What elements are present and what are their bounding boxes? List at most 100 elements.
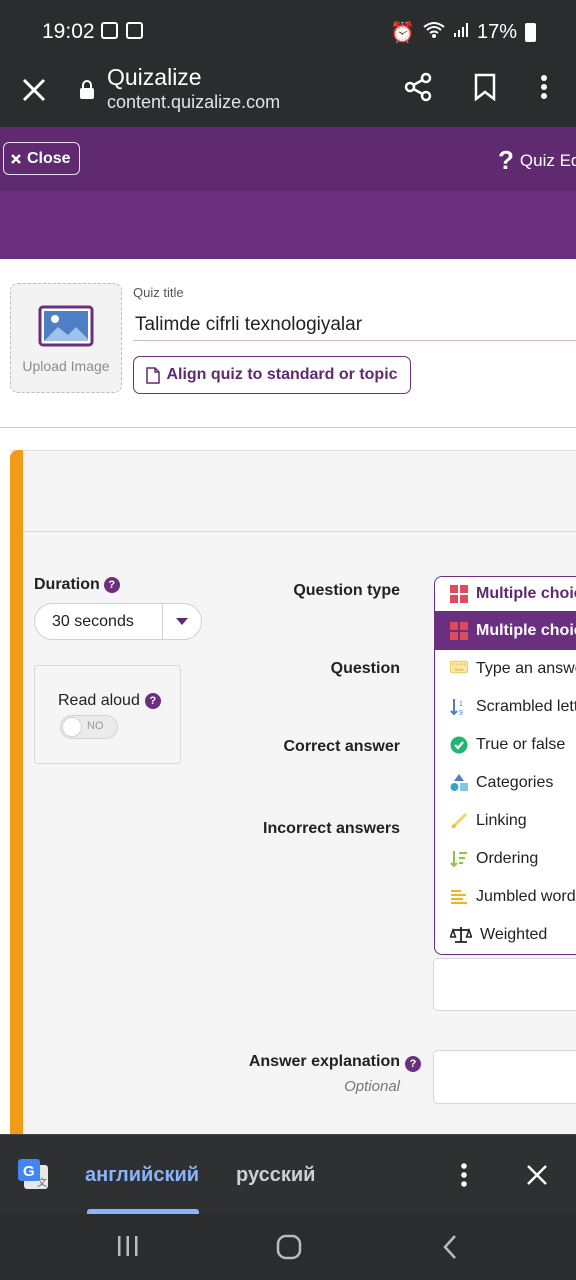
help-icon[interactable]: ? <box>103 577 120 593</box>
quiz-editor-label: Quiz Ed <box>519 150 576 170</box>
question-type-dropdown: Multiple choice Type an answer 19 Scramb… <box>434 612 576 955</box>
site-url[interactable]: content.quizalize.com <box>107 92 280 113</box>
translate-close-icon[interactable] <box>525 1163 549 1192</box>
site-title: Quizalize <box>107 64 202 90</box>
lines-icon <box>450 888 468 906</box>
option-label: Linking <box>476 812 527 829</box>
browser-toolbar: Quizalize content.quizalize.com <box>0 64 576 127</box>
correct-answer-label: Correct answer <box>283 738 401 755</box>
app-header <box>0 127 576 191</box>
app-notification-icon <box>126 22 143 39</box>
question-accent-bar <box>10 450 23 1136</box>
wifi-icon <box>423 21 445 45</box>
status-bar: 19:02 ⏰ 17% <box>0 0 576 64</box>
option-jumbled-words[interactable]: Jumbled words <box>435 878 576 916</box>
option-label: Categories <box>476 774 554 791</box>
incorrect-answers-label: Incorrect answers <box>263 820 400 837</box>
answer-explanation-label: Answer explanation <box>248 1053 400 1070</box>
divider <box>0 427 576 428</box>
duration-label-text: Duration <box>34 576 100 593</box>
question-mark-icon: ? <box>498 145 514 175</box>
question-type-label: Question type <box>293 582 400 599</box>
recent-apps-icon[interactable] <box>116 1234 140 1263</box>
option-weighted[interactable]: Weighted <box>435 916 576 954</box>
ordering-icon <box>450 850 468 868</box>
option-label: Scrambled letters <box>476 698 576 715</box>
more-options-icon[interactable] <box>540 74 548 105</box>
system-nav-bar <box>0 1214 576 1280</box>
status-time: 19:02 <box>42 20 95 43</box>
back-icon[interactable] <box>441 1234 459 1265</box>
close-button[interactable]: Close <box>3 142 80 175</box>
battery-percent: 17% <box>476 21 517 43</box>
battery-icon <box>525 23 536 42</box>
svg-text:1: 1 <box>459 701 463 708</box>
option-label: True or false <box>476 736 566 753</box>
answer-explanation-field[interactable] <box>433 1050 576 1104</box>
duration-value: 30 seconds <box>35 604 163 639</box>
quiz-title-label: Quiz title <box>133 285 184 300</box>
upload-image-button[interactable]: Upload Image <box>10 283 122 393</box>
option-multiple-choice[interactable]: Multiple choice <box>435 612 576 650</box>
option-true-or-false[interactable]: True or false <box>435 726 576 764</box>
question-label: Question <box>330 660 400 677</box>
read-aloud-toggle[interactable]: NO <box>60 715 118 739</box>
lock-icon <box>79 79 95 100</box>
gallery-notification-icon <box>101 22 118 39</box>
option-label: Jumbled words <box>476 888 576 905</box>
quiz-title-input[interactable] <box>133 309 576 341</box>
option-type-an-answer[interactable]: Type an answer <box>435 650 576 688</box>
read-aloud-panel: Read aloud ? NO <box>34 665 181 764</box>
sort-icon: 19 <box>450 698 468 716</box>
x-icon <box>11 153 21 164</box>
share-icon[interactable] <box>403 72 433 107</box>
home-icon[interactable] <box>276 1234 302 1265</box>
image-icon <box>38 305 94 352</box>
close-tab-icon[interactable] <box>20 76 48 104</box>
chevron-down-icon[interactable] <box>163 617 201 626</box>
alarm-icon: ⏰ <box>390 22 415 44</box>
signal-icon <box>453 21 469 44</box>
read-aloud-text: Read aloud <box>58 692 140 709</box>
keyboard-icon <box>450 660 468 678</box>
toggle-state: NO <box>87 720 104 732</box>
question-card-header <box>23 451 576 532</box>
source-language-tab[interactable]: английский <box>85 1164 199 1187</box>
option-scrambled-letters[interactable]: 19 Scrambled letters <box>435 688 576 726</box>
app-subheader <box>0 191 576 259</box>
bookmark-icon[interactable] <box>473 73 497 106</box>
align-quiz-button[interactable]: Align quiz to standard or topic <box>133 356 411 394</box>
help-icon[interactable]: ? <box>144 693 161 709</box>
option-categories[interactable]: Categories <box>435 764 576 802</box>
document-icon <box>146 366 161 384</box>
question-type-value: Multiple choice <box>476 585 576 602</box>
align-quiz-label: Align quiz to standard or topic <box>166 366 398 383</box>
option-ordering[interactable]: Ordering <box>435 840 576 878</box>
toggle-knob <box>62 717 82 737</box>
option-linking[interactable]: Linking <box>435 802 576 840</box>
help-icon[interactable]: ? <box>405 1056 421 1072</box>
link-icon <box>450 812 468 830</box>
svg-text:文: 文 <box>37 1176 47 1189</box>
svg-text:9: 9 <box>459 710 463 716</box>
option-label: Weighted <box>480 926 548 943</box>
close-button-label: Close <box>27 149 71 167</box>
question-type-select[interactable]: Multiple choice <box>434 576 576 612</box>
grid-icon <box>450 622 468 640</box>
grid-icon <box>450 585 468 603</box>
incorrect-answer-field[interactable] <box>433 958 576 1011</box>
svg-text:G: G <box>23 1163 35 1180</box>
google-translate-icon[interactable]: G文 <box>18 1159 50 1196</box>
upload-image-label: Upload Image <box>22 358 110 374</box>
shapes-icon <box>450 774 468 792</box>
quiz-editor-link[interactable]: ? Quiz Ed <box>498 145 576 176</box>
translate-bar: G文 английский русский <box>0 1134 576 1214</box>
translate-more-icon[interactable] <box>460 1162 468 1193</box>
read-aloud-label: Read aloud ? <box>58 692 161 710</box>
duration-select[interactable]: 30 seconds <box>34 603 202 640</box>
check-circle-icon <box>450 736 468 754</box>
optional-label: Optional <box>344 1078 400 1095</box>
option-label: Type an answer <box>476 660 576 677</box>
target-language-tab[interactable]: русский <box>236 1164 315 1187</box>
scale-icon <box>450 926 472 944</box>
